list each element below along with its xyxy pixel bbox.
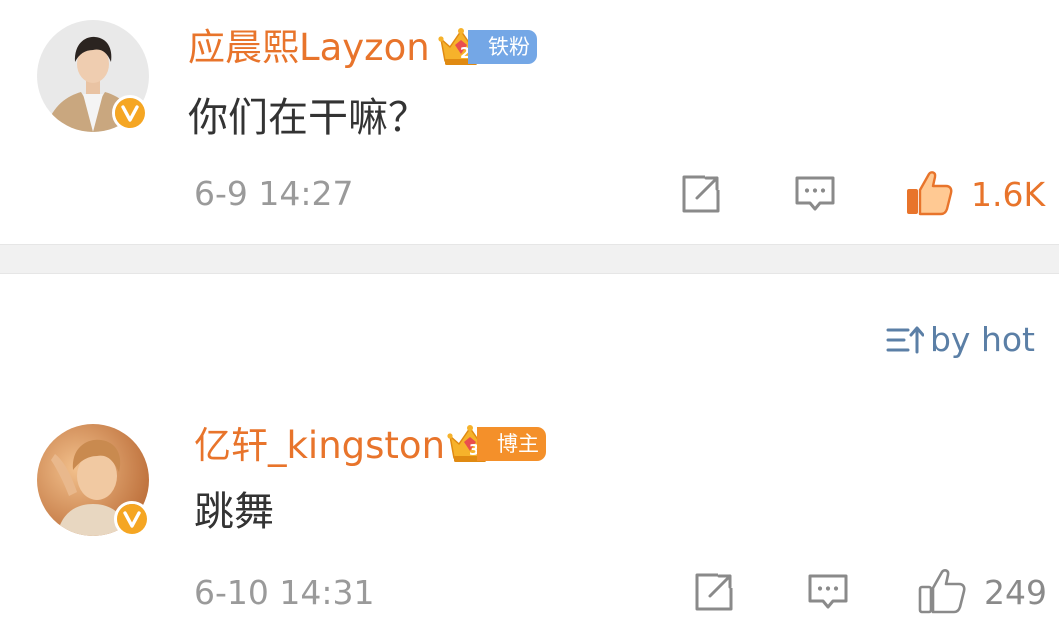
thumbs-up-icon[interactable] xyxy=(917,566,967,616)
host-badge: 博主 xyxy=(477,427,546,461)
comment-time: 6-10 14:31 xyxy=(194,573,375,612)
verified-v-icon xyxy=(114,501,150,537)
comment-item: 亿轩_kingston 3 博主 跳舞 6-10 14:31 249 xyxy=(0,0,1059,638)
username[interactable]: 亿轩_kingston xyxy=(194,424,445,468)
comment-icon[interactable] xyxy=(806,570,850,614)
comment-text: 跳舞 xyxy=(194,489,274,535)
like-count: 249 xyxy=(984,573,1047,612)
share-icon[interactable] xyxy=(692,570,736,614)
